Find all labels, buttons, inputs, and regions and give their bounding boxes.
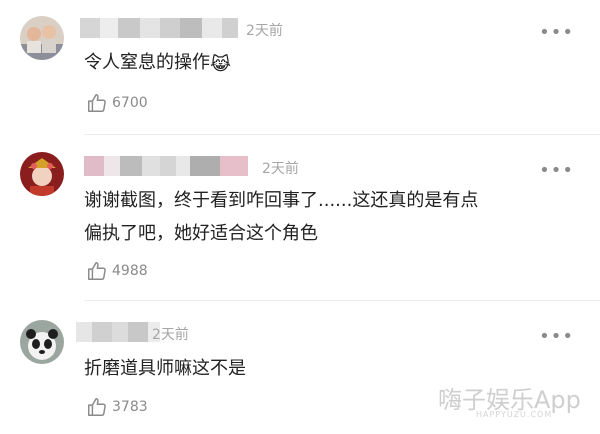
laughing-cat-emoji: 😹 (210, 54, 232, 75)
like-button[interactable]: 6700 (86, 92, 148, 114)
like-count: 6700 (112, 95, 148, 111)
avatar-photo (20, 320, 64, 364)
comment-text-content: 令人窒息的操作 (84, 52, 210, 73)
like-count: 3783 (112, 399, 148, 415)
comment-text-content: 折磨道具师嘛这不是 (84, 358, 246, 379)
timestamp: 2天前 (262, 161, 299, 177)
avatar[interactable] (20, 152, 64, 196)
more-icon[interactable]: ••• (539, 328, 574, 346)
avatar-photo (20, 16, 64, 60)
like-icon (88, 94, 106, 112)
like-icon (88, 262, 106, 280)
avatar[interactable] (20, 16, 64, 60)
comment-text: 谢谢截图，终于看到咋回事了......这还真的是有点 偏执了吧，她好适合这个角色 (84, 184, 478, 250)
username-blurred[interactable] (84, 156, 248, 176)
comment-text-line-1: 谢谢截图，终于看到咋回事了......这还真的是有点 (84, 190, 479, 211)
comment-text: 令人窒息的操作😹 (84, 46, 231, 81)
avatar[interactable] (20, 320, 64, 364)
more-icon[interactable]: ••• (539, 162, 574, 180)
more-icon[interactable]: ••• (539, 24, 574, 42)
timestamp: 2天前 (152, 327, 189, 343)
comment-text: 折磨道具师嘛这不是 (84, 352, 246, 385)
comment-text-line-2: 偏执了吧，她好适合这个角色 (84, 223, 318, 244)
username-blurred[interactable] (76, 322, 160, 342)
avatar-photo (20, 152, 64, 196)
like-button[interactable]: 4988 (86, 260, 148, 282)
divider (84, 134, 600, 135)
divider (84, 300, 600, 301)
watermark-url: HAPPYUZU.COM (476, 410, 553, 419)
username-blurred[interactable] (80, 18, 238, 38)
timestamp: 2天前 (246, 23, 283, 39)
like-count: 4988 (112, 263, 148, 279)
like-button[interactable]: 3783 (86, 396, 148, 418)
like-icon (88, 398, 106, 416)
